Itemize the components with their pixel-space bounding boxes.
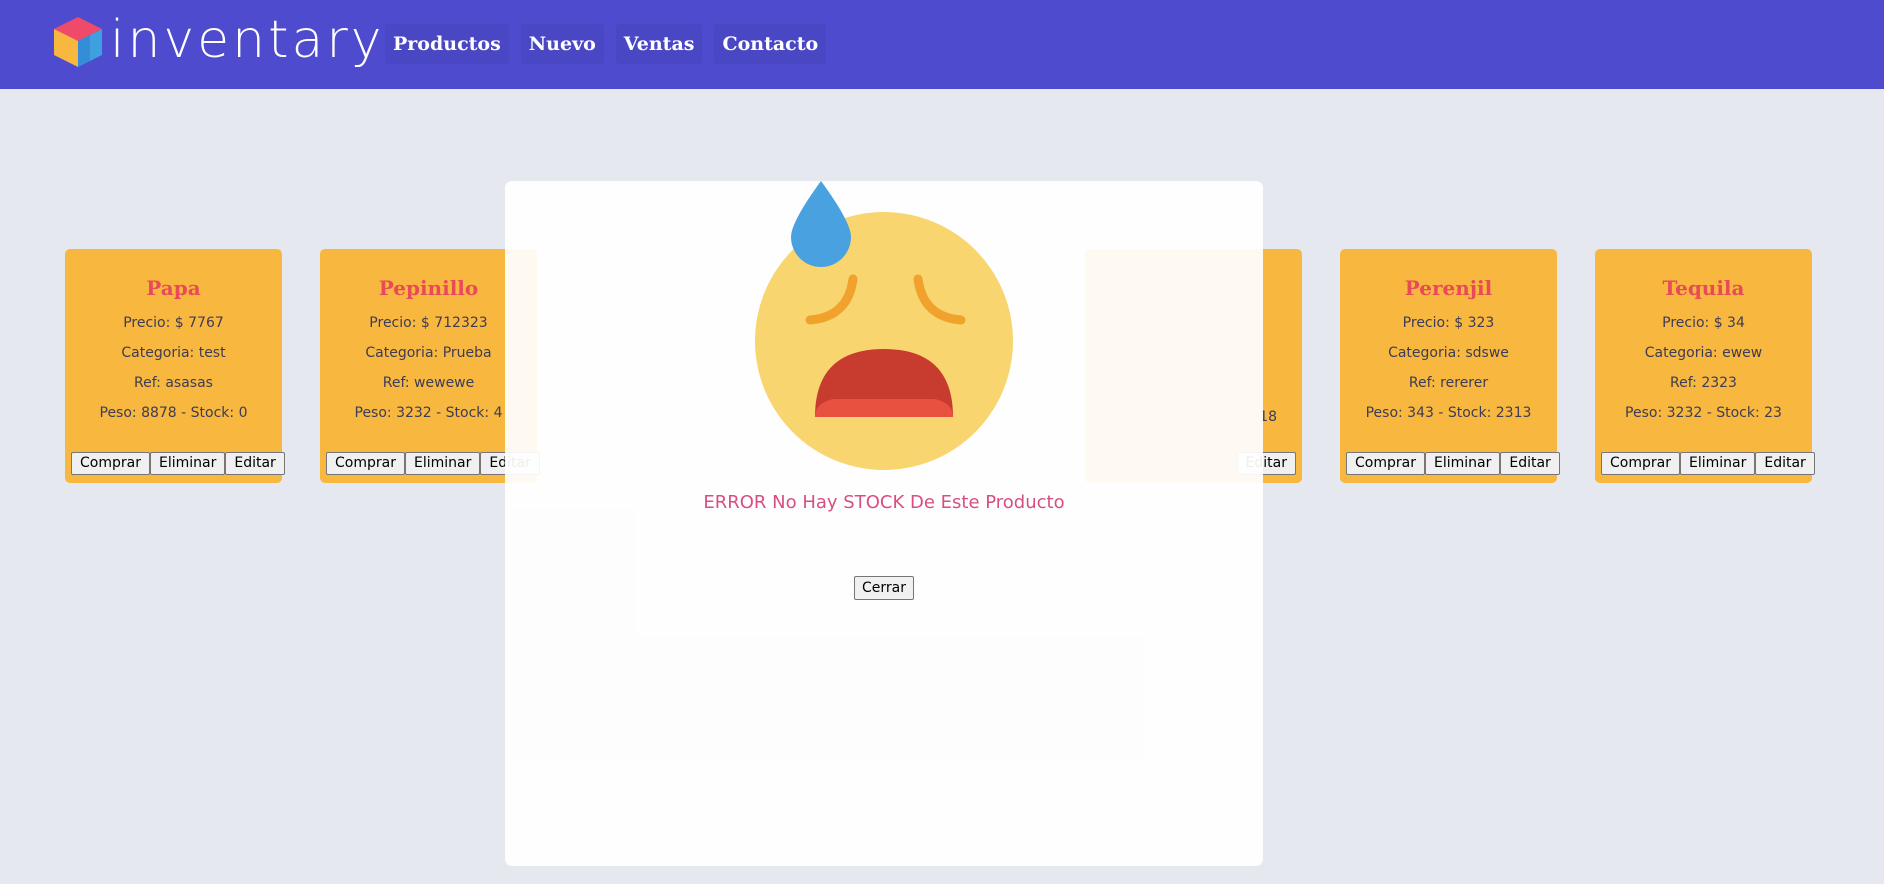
product-name: Tequila: [1662, 276, 1745, 300]
delete-button[interactable]: Eliminar: [1679, 452, 1756, 475]
product-category: Categoria: sdswe: [1388, 345, 1509, 361]
brand-logo[interactable]: inventary: [50, 10, 382, 72]
product-weight-stock: Peso: 3232 - Stock: 23: [1625, 405, 1782, 421]
buy-button[interactable]: Comprar: [71, 452, 150, 475]
edit-button[interactable]: Editar: [225, 452, 285, 475]
delete-button[interactable]: Eliminar: [1424, 452, 1501, 475]
product-ref: Ref: 2323: [1670, 375, 1737, 391]
product-name: Papa: [146, 276, 201, 300]
buy-button[interactable]: Comprar: [1346, 452, 1425, 475]
nav-link-nuevo[interactable]: Nuevo: [520, 24, 604, 64]
product-weight-stock: Peso: 8878 - Stock: 0: [99, 405, 248, 421]
product-card: Papa Precio: $ 7767 Categoria: test Ref:…: [65, 249, 285, 483]
buy-button[interactable]: Comprar: [1601, 452, 1680, 475]
edit-button[interactable]: Editar: [1755, 452, 1815, 475]
error-modal: ERROR No Hay STOCK De Este Producto Cerr…: [505, 181, 1263, 866]
error-message: ERROR No Hay STOCK De Este Producto: [703, 492, 1065, 513]
product-price: Precio: $ 323: [1402, 315, 1495, 331]
product-card: Tequila Precio: $ 34 Categoria: ewew Ref…: [1595, 249, 1815, 483]
card-actions: Comprar Eliminar Editar: [1346, 452, 1560, 475]
nav-link-ventas[interactable]: Ventas: [615, 24, 703, 64]
brand-name: inventary: [110, 10, 385, 70]
delete-button[interactable]: Eliminar: [404, 452, 481, 475]
product-price: Precio: $ 34: [1662, 315, 1745, 331]
nav-link-contacto[interactable]: Contacto: [714, 24, 827, 64]
card-actions: Comprar Eliminar Editar: [1601, 452, 1815, 475]
nav-link-productos[interactable]: Productos: [385, 24, 509, 64]
product-ref: Ref: asasas: [134, 375, 213, 391]
buy-button[interactable]: Comprar: [326, 452, 405, 475]
card-actions: Comprar Eliminar Editar: [71, 452, 285, 475]
product-card: Perenjil Precio: $ 323 Categoria: sdswe …: [1340, 249, 1560, 483]
nav-links: Productos Nuevo Ventas Contacto: [385, 24, 827, 64]
product-price: Precio: $ 7767: [123, 315, 224, 331]
product-weight-stock: Peso: 343 - Stock: 2313: [1365, 405, 1532, 421]
cube-logo-icon: [54, 17, 102, 67]
product-name: Perenjil: [1404, 276, 1493, 300]
product-ref: Ref: rererer: [1408, 375, 1489, 391]
product-category: Categoria: test: [121, 345, 226, 361]
sad-sweat-face-icon: [755, 181, 1013, 470]
delete-button[interactable]: Eliminar: [149, 452, 226, 475]
close-button[interactable]: Cerrar: [854, 576, 914, 600]
edit-button[interactable]: Editar: [1500, 452, 1560, 475]
product-category: Categoria: ewew: [1644, 345, 1763, 361]
navbar: inventary Productos Nuevo Ventas Contact…: [0, 0, 1884, 89]
